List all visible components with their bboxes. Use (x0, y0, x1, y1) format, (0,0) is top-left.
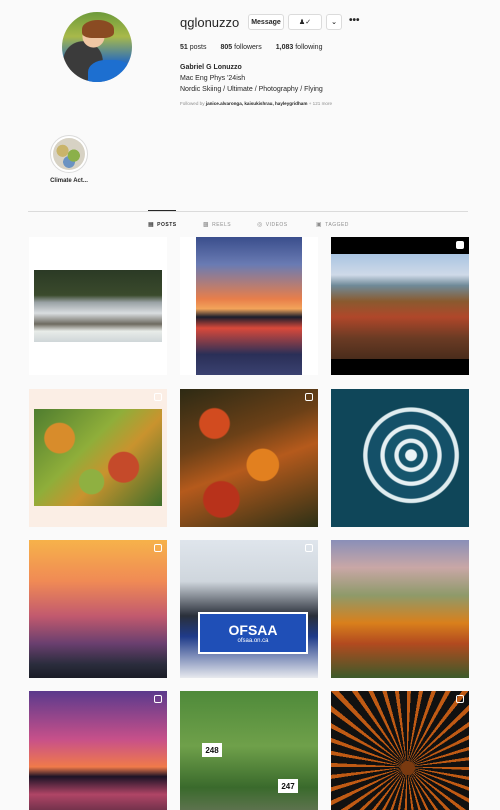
post-tile[interactable] (331, 389, 469, 527)
post-image (34, 409, 162, 506)
avatar-shirt (88, 60, 132, 82)
profile-stats: 51 posts 805 followers 1,083 following (180, 44, 322, 51)
ofsaa-banner: OFSAA ofsaa.on.ca (198, 612, 308, 654)
grid-icon: ▦ (148, 222, 155, 228)
post-tile[interactable] (331, 237, 469, 375)
reels-icon: ▩ (203, 222, 210, 228)
tab-videos[interactable]: ◎ VIDEOS (257, 221, 288, 229)
post-tile[interactable] (29, 540, 167, 678)
following-button[interactable]: ♟✓ (288, 14, 322, 30)
profile-avatar[interactable] (62, 12, 132, 82)
tag-icon: ▣ (316, 222, 323, 228)
post-image (34, 270, 162, 342)
tab-reels[interactable]: ▩ REELS (203, 221, 231, 229)
race-bib: 248 (202, 743, 222, 757)
profile-username: qglonuzzo (180, 15, 240, 30)
more-horizontal-icon[interactable]: ••• (349, 15, 360, 26)
reel-icon (456, 241, 464, 249)
carousel-icon (154, 695, 162, 703)
post-tile[interactable] (180, 237, 318, 375)
post-tile[interactable] (29, 237, 167, 375)
carousel-icon (305, 544, 313, 552)
profile-full-name: Gabriel G Lonuzzo (180, 64, 242, 71)
post-image (331, 254, 469, 359)
video-icon: ◎ (257, 222, 263, 228)
suggestions-chevron-button[interactable]: ⌄ (326, 14, 342, 30)
message-button[interactable]: Message (248, 14, 284, 30)
person-check-icon: ♟✓ (298, 19, 312, 26)
carousel-icon (154, 393, 162, 401)
avatar-hair (82, 20, 114, 38)
post-tile[interactable]: 248 247 (180, 691, 318, 810)
tab-tagged[interactable]: ▣ TAGGED (316, 221, 349, 229)
story-highlight[interactable] (50, 135, 88, 173)
following-count[interactable]: 1,083 following (276, 44, 323, 51)
followers-count[interactable]: 805 followers (220, 44, 261, 51)
highlight-thumbnail (53, 138, 85, 170)
profile-bio-line: Mac Eng Phys '24ish (180, 75, 246, 82)
firework-core (401, 761, 415, 775)
post-image (196, 237, 302, 375)
chevron-down-icon: ⌄ (331, 19, 337, 26)
race-bib: 247 (278, 779, 298, 793)
active-tab-indicator (148, 210, 176, 211)
carousel-icon (456, 695, 464, 703)
post-tile[interactable] (331, 691, 469, 810)
post-tile[interactable] (29, 691, 167, 810)
post-tile[interactable] (331, 540, 469, 678)
post-tile[interactable]: OFSAA ofsaa.on.ca (180, 540, 318, 678)
tab-posts[interactable]: ▦ POSTS (148, 221, 177, 229)
posts-count: 51 posts (180, 44, 207, 51)
post-tile[interactable] (29, 389, 167, 527)
tabs-divider (28, 211, 468, 212)
highlight-label: Climate Act... (50, 178, 88, 184)
followed-by-text[interactable]: Followed by janice.alvaronga, kaisukishr… (180, 101, 332, 106)
carousel-icon (154, 544, 162, 552)
profile-bio-line: Nordic Skiing / Ultimate / Photography /… (180, 86, 323, 93)
post-tile[interactable] (180, 389, 318, 527)
carousel-icon (305, 393, 313, 401)
